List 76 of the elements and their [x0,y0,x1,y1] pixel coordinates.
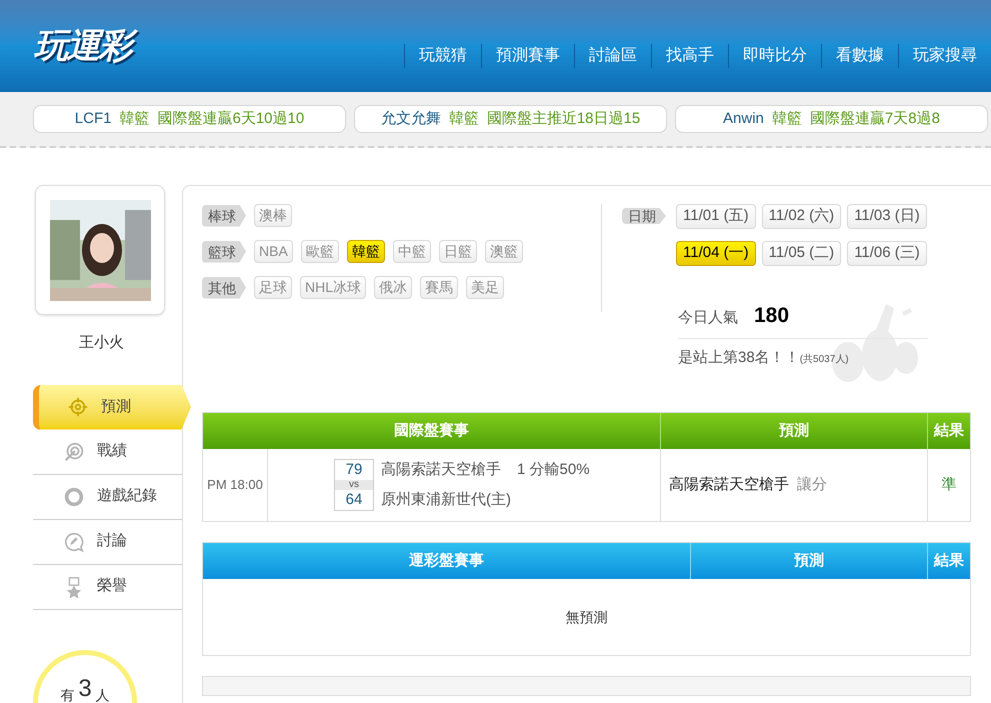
league-name: 韓籃 [119,108,150,129]
ticker-text: 國際盤連贏7天8過8 [810,108,940,129]
sidebar-item[interactable]: 預測 [33,384,191,430]
league-button[interactable]: 賽馬 [420,276,458,299]
handicap-line: 1 分輸50% [517,460,590,480]
time-cell: PM 18:00 [203,449,268,521]
league-button[interactable]: 澳籃 [484,240,523,263]
date-button[interactable]: 11/02 (六) [762,204,842,229]
pick-type: 讓分 [797,474,827,495]
column-header: 預測 [691,543,928,579]
away-team: 高陽索諾天空槍手 [381,460,501,480]
crosshair-icon [67,396,89,418]
ticker-text: 國際盤主推近18日過15 [486,108,640,129]
category-tag: 日期 [622,208,666,224]
league-button[interactable]: 美足 [466,276,504,299]
column-header: 預測 [661,413,928,449]
category-tag: 其他 [202,276,246,298]
nav-link[interactable]: 找高手 [651,44,728,68]
rank-text: 是站上第38名！！ [678,348,800,368]
user-name: 王小火 [79,333,125,353]
column-header: 結果 [932,550,965,571]
date-button[interactable]: 11/06 (三) [847,240,927,266]
home-team: 原州東浦新世代(主) [381,490,512,510]
result-text: 準 [942,474,956,495]
fans-suffix: 人 [96,686,110,703]
popularity-value: 180 [754,303,790,329]
fans-count: 3 [78,676,92,700]
home-score: 64 [346,490,362,510]
fans-prefix: 有 [60,686,74,703]
date-button[interactable]: 11/03 (日) [847,204,927,229]
league-button[interactable]: 韓籃 [346,240,385,263]
nav-link[interactable]: 討論區 [574,44,651,68]
sidebar-item[interactable]: 遊戲紀錄 [33,474,183,520]
pick-team: 高陽索諾天空槍手 [669,474,789,495]
league-button[interactable]: NHL冰球 [300,276,366,299]
league-button[interactable]: 歐籃 [300,240,339,263]
league-button[interactable]: 中籃 [392,240,431,263]
column-header: 運彩盤賽事 [203,543,691,579]
league-button[interactable]: 足球 [254,276,292,299]
date-button[interactable]: 11/05 (二) [762,240,842,266]
user-name: Anwin [723,108,764,129]
league-button[interactable]: 日籃 [438,240,477,263]
ring-icon [63,486,85,508]
league-name: 韓籃 [772,108,802,129]
user-name: 允文允舞 [380,108,441,129]
user-name: LCF1 [74,108,112,129]
sidebar-item[interactable]: 討論 [33,520,183,564]
column-header: 國際盤賽事 [203,413,661,449]
column-header: 結果 [932,420,965,441]
ticker-text: 國際盤連贏6天10過10 [157,108,304,129]
sidebar-item[interactable]: 戰績 [33,430,183,474]
rank-total: (共5037人) [800,352,849,366]
date-button[interactable]: 11/04 (一) [676,240,756,266]
category-tag: 籃球 [202,240,246,262]
site-logo: 玩運彩 [34,21,364,72]
league-button[interactable]: 澳棒 [254,204,292,227]
league-name: 韓籃 [448,108,479,129]
target-icon [63,440,85,462]
nav-link[interactable]: 看數據 [821,44,898,68]
nav-link[interactable]: 預測賽事 [481,44,574,68]
league-button[interactable]: 俄冰 [374,276,412,299]
nav-link[interactable]: 玩家搜尋 [898,44,991,68]
date-button[interactable]: 11/01 (五) [676,204,756,229]
ticker-item[interactable]: Anwin 韓籃 國際盤連贏7天8過8 [675,105,988,133]
chat-icon [63,530,85,552]
vs-label: vs [335,480,373,490]
nav-link[interactable]: 即時比分 [728,44,821,68]
league-button[interactable]: NBA [254,240,293,263]
popularity-label: 今日人氣 [678,308,738,328]
category-tag: 棒球 [202,204,246,226]
empty-message: 無預測 [566,608,608,626]
sidebar-item[interactable]: 榮譽 [33,564,183,610]
ticker-item[interactable]: 允文允舞 韓籃 國際盤主推近18日過15 [354,105,667,133]
away-score: 79 [346,460,362,480]
nav-link[interactable]: 玩競猜 [404,44,481,68]
ticker-item[interactable]: LCF1 韓籃 國際盤連贏6天10過10 [33,105,346,133]
